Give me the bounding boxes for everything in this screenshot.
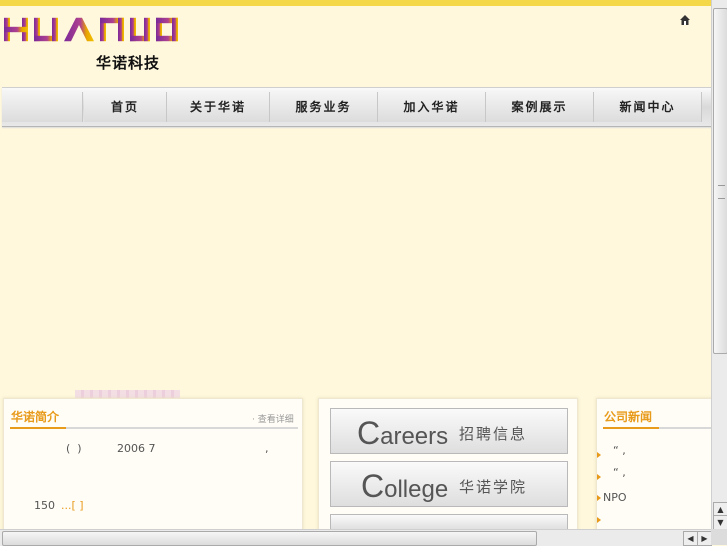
nav-spacer — [2, 92, 83, 122]
news-bullet-icon — [597, 474, 601, 480]
college-banner[interactable]: College 华诺学院 — [330, 461, 568, 507]
top-accent-bar — [0, 0, 727, 6]
grip-icon — [718, 185, 725, 199]
nav-item-join[interactable]: 加入华诺 — [378, 92, 486, 122]
home-icon[interactable] — [679, 14, 691, 26]
careers-cn: 招聘信息 — [459, 425, 528, 443]
scroll-down-arrow-icon[interactable]: ▼ — [713, 515, 727, 530]
horizontal-scroll-thumb[interactable] — [2, 531, 537, 546]
news-panel: 公司新闻 — [596, 398, 713, 532]
logo-wordmark — [4, 16, 178, 51]
about-read-more[interactable]: ...[ ] — [61, 499, 84, 512]
nav-item-cases[interactable]: 案例展示 — [486, 92, 594, 122]
news-bullet-icon — [597, 452, 601, 458]
news-bullet-icon — [597, 517, 601, 523]
horizontal-scrollbar[interactable]: ◀ ▶ — [0, 529, 712, 546]
news-bullet-icon — [597, 495, 601, 501]
scroll-right-arrow-icon[interactable]: ▶ — [697, 531, 712, 546]
main-navigation: 首页 关于华诺 服务业务 加入华诺 案例展示 新闻中心 — [2, 87, 715, 127]
logo-wordmark-graphic — [4, 17, 178, 42]
news-title-rule — [603, 427, 712, 429]
about-text-1c: , — [265, 442, 269, 455]
about-title-rule — [10, 427, 298, 429]
logo-chinese-name: 华诺科技 — [96, 54, 161, 72]
vertical-scrollbar[interactable]: ▲ ▼ — [711, 0, 727, 530]
nav-item-home[interactable]: 首页 — [84, 92, 167, 122]
news-item[interactable]: NPO — [603, 491, 627, 504]
news-item[interactable]: “ , — [613, 444, 626, 457]
scroll-left-arrow-icon[interactable]: ◀ — [683, 531, 698, 546]
college-cn: 华诺学院 — [459, 478, 528, 496]
news-item[interactable]: “ , — [613, 466, 626, 479]
news-title: 公司新闻 — [604, 410, 653, 424]
scrollbar-corner — [711, 529, 727, 545]
nav-item-news[interactable]: 新闻中心 — [594, 92, 702, 122]
about-panel: 华诺简介 · 查看详细 ( ) 2006 7 , 150 ...[ ] — [3, 398, 303, 532]
about-text-2a: 150 — [34, 499, 55, 512]
vertical-scroll-thumb[interactable] — [713, 8, 727, 354]
nav-item-about[interactable]: 关于华诺 — [167, 92, 270, 122]
nav-item-services[interactable]: 服务业务 — [270, 92, 378, 122]
about-text-1a: ( ) — [66, 442, 82, 455]
careers-en: Careers — [357, 415, 449, 451]
about-more-link[interactable]: · 查看详细 — [252, 412, 294, 425]
about-title: 华诺简介 — [11, 410, 60, 424]
careers-banner[interactable]: Careers 招聘信息 — [330, 408, 568, 454]
college-en: College — [361, 468, 449, 504]
about-text-1b: 2006 7 — [117, 442, 156, 455]
brand-logo[interactable]: 华诺科技 — [4, 14, 180, 74]
